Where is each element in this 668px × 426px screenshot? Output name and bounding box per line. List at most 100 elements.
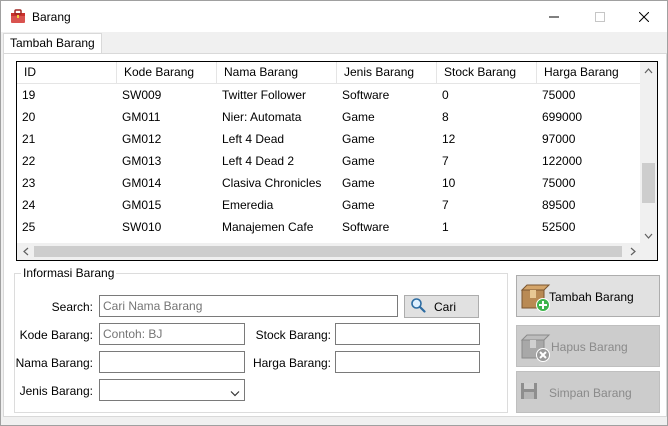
scroll-corner [640,243,657,260]
box-delete-icon [519,331,551,363]
table-cell: 8 [442,110,449,124]
close-button[interactable] [621,1,667,32]
table-cell: Manajemen Cafe [222,220,314,234]
table-cell: Clasiva Chronicles [222,176,322,190]
window-title: Barang [32,10,71,24]
grid-body: 19 SW009 Twitter Follower Software 0 75000 20 G… [17,84,641,244]
scroll-right-icon[interactable] [624,243,641,260]
column-header-nama[interactable]: Nama Barang [217,62,337,84]
table-cell: Emeredia [222,198,274,212]
table-row[interactable]: 21 GM012 Left 4 Dead Game 12 97000 [17,128,641,150]
main-window: Barang Tambah Barang ID Kode Barang Nama… [0,0,668,426]
tab-strip: Tambah Barang [1,32,667,55]
hapus-barang-button[interactable]: Hapus Barang [516,325,660,367]
table-cell: GM014 [122,176,162,190]
table-cell: 7 [442,198,449,212]
table-cell: Software [342,88,390,102]
table-cell: 52500 [542,220,576,234]
barang-grid[interactable]: ID Kode Barang Nama Barang Jenis Barang … [16,61,658,261]
table-cell: 7 [442,154,449,168]
table-cell: GM015 [122,198,162,212]
vertical-scroll-thumb[interactable] [642,163,655,203]
title-bar[interactable]: Barang [1,1,667,32]
table-row[interactable]: 23 GM014 Clasiva Chronicles Game 10 75000 [17,172,641,194]
table-cell: 699000 [542,110,583,124]
table-cell: Left 4 Dead 2 [222,154,295,168]
box-add-icon [519,281,551,313]
scroll-down-icon[interactable] [640,227,657,244]
kode-barang-input[interactable] [99,323,245,345]
jenis-barang-label: Jenis Barang: [19,384,93,398]
table-cell: Game [342,176,375,190]
column-header-id[interactable]: ID [17,62,117,84]
column-header-stock[interactable]: Stock Barang [437,62,537,84]
kode-barang-label: Kode Barang: [19,328,93,342]
vertical-scrollbar[interactable] [640,62,657,244]
tambah-barang-label: Tambah Barang [549,290,634,304]
table-cell: 75000 [542,88,576,102]
table-cell: Game [342,110,375,124]
jenis-barang-select[interactable] [99,379,245,401]
table-cell: 20 [22,110,36,124]
tab-page: ID Kode Barang Nama Barang Jenis Barang … [3,53,667,417]
table-cell: SW009 [122,88,162,102]
table-cell: SW010 [122,220,162,234]
stock-barang-input[interactable] [335,323,480,345]
grid-header: ID Kode Barang Nama Barang Jenis Barang … [17,62,641,84]
table-row[interactable]: 19 SW009 Twitter Follower Software 0 75000 [17,84,641,106]
table-cell: Game [342,198,375,212]
table-cell: 12 [442,132,456,146]
table-cell: Software [342,220,390,234]
stock-barang-label: Stock Barang: [255,328,331,342]
table-cell: Game [342,132,375,146]
simpan-barang-button[interactable]: Simpan Barang [516,371,660,413]
minimize-button[interactable] [531,1,577,32]
cari-button[interactable]: Cari [404,295,479,318]
table-row[interactable]: 22 GM013 Left 4 Dead 2 Game 7 122000 [17,150,641,172]
table-cell: 22 [22,154,36,168]
horizontal-scroll-thumb[interactable] [34,246,622,257]
table-row[interactable]: 20 GM011 Nier: Automata Game 8 699000 [17,106,641,128]
save-icon [519,377,551,409]
table-cell: GM012 [122,132,162,146]
table-cell: 25 [22,220,36,234]
table-cell: 24 [22,198,36,212]
informasi-barang-group: Informasi Barang Search: Cari Kode Baran… [14,266,508,413]
table-cell: GM011 [122,110,161,124]
table-cell: Nier: Automata [222,110,302,124]
search-icon [410,297,426,316]
scroll-up-icon[interactable] [640,62,657,79]
table-cell: 89500 [542,198,576,212]
table-cell: GM013 [122,154,162,168]
table-cell: Twitter Follower [222,88,307,102]
table-row[interactable]: 24 GM015 Emeredia Game 7 89500 [17,194,641,216]
table-cell: 10 [442,176,456,190]
scroll-left-icon[interactable] [17,243,34,260]
tab-tambah-barang[interactable]: Tambah Barang [3,33,102,55]
horizontal-scrollbar[interactable] [17,243,641,260]
nama-barang-input[interactable] [99,351,245,373]
hapus-barang-label: Hapus Barang [551,340,628,354]
column-header-kode[interactable]: Kode Barang [117,62,217,84]
search-label: Search: [51,300,93,314]
table-cell: 21 [22,132,36,146]
table-cell: Game [342,154,375,168]
table-cell: 75000 [542,176,576,190]
table-cell: 19 [22,88,36,102]
table-cell: Left 4 Dead [222,132,285,146]
chevron-down-icon [230,386,240,400]
column-header-harga[interactable]: Harga Barang [537,62,641,84]
table-row[interactable]: 25 SW010 Manajemen Cafe Software 1 52500 [17,216,641,238]
table-cell: 23 [22,176,36,190]
search-input[interactable] [99,295,398,317]
simpan-barang-label: Simpan Barang [549,386,632,400]
maximize-button [577,1,623,32]
table-cell: 97000 [542,132,576,146]
table-cell: 0 [442,88,449,102]
column-header-jenis[interactable]: Jenis Barang [337,62,437,84]
toolbox-icon [10,8,26,24]
harga-barang-input[interactable] [335,351,480,373]
group-legend: Informasi Barang [21,266,117,280]
table-cell: 1 [442,220,449,234]
tambah-barang-button[interactable]: Tambah Barang [516,275,660,317]
